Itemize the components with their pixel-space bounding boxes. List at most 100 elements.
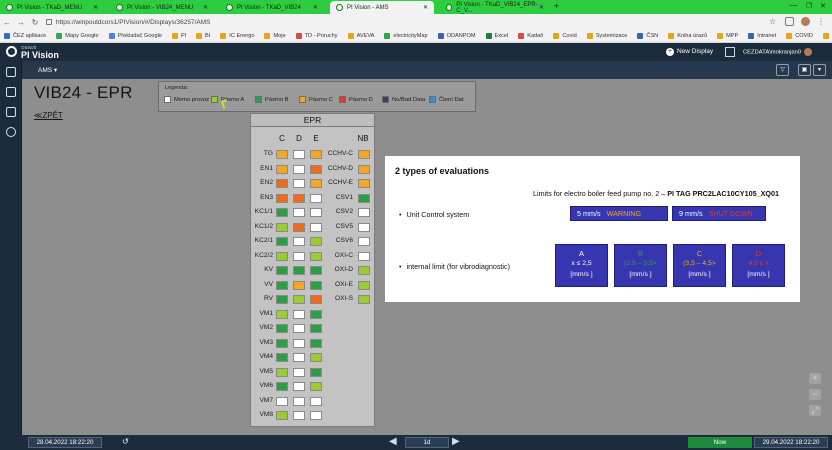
url-field[interactable]: https://winpoutdcors1/PIVision/#/Display…: [46, 19, 211, 26]
browser-tab-4[interactable]: PI Vision - AMS ✕: [330, 1, 434, 14]
status-cell-nb[interactable]: [358, 164, 370, 174]
status-cell-d[interactable]: [293, 164, 305, 174]
close-tab-icon[interactable]: ✕: [93, 4, 98, 11]
symbols-icon[interactable]: [6, 67, 16, 77]
bookmark-item[interactable]: TD - Poruchy: [295, 33, 338, 39]
status-cell-d[interactable]: [293, 309, 305, 319]
status-cell-nb[interactable]: [358, 280, 370, 290]
menu-icon[interactable]: ⋮: [817, 17, 826, 26]
reload-icon[interactable]: ↻: [28, 18, 42, 27]
back-icon[interactable]: ←: [0, 18, 14, 27]
time-back-arrow-icon[interactable]: ◀: [389, 436, 397, 447]
status-cell-e[interactable]: [310, 411, 322, 420]
bookmark-item[interactable]: Pl: [172, 33, 186, 39]
status-cell-e[interactable]: [310, 382, 322, 391]
info-icon[interactable]: [725, 47, 735, 57]
status-cell-nb[interactable]: [358, 179, 370, 188]
bookmark-item[interactable]: Moje: [264, 33, 286, 39]
status-cell-nb[interactable]: [358, 222, 370, 232]
browser-tab-5[interactable]: PI Vision - TKaD_VIB24_EPR-C_V... ✕: [440, 1, 550, 14]
status-cell-d[interactable]: [293, 251, 305, 261]
start-time-field[interactable]: 28.04.2022 18:22:20: [28, 437, 102, 448]
star-icon[interactable]: ☆: [769, 17, 778, 26]
status-cell-d[interactable]: [293, 338, 305, 348]
revert-icon[interactable]: ↺: [122, 437, 129, 446]
app-title[interactable]: PI Vision: [21, 50, 59, 60]
status-cell-c[interactable]: [276, 396, 288, 406]
status-cell-d[interactable]: [293, 222, 305, 232]
bookmark-item[interactable]: electricityMap: [384, 33, 428, 39]
status-cell-c[interactable]: [276, 309, 288, 319]
status-cell-d[interactable]: [293, 237, 305, 246]
events-icon[interactable]: [6, 107, 16, 117]
zoom-in-button[interactable]: +: [809, 373, 821, 384]
status-cell-c[interactable]: [276, 251, 288, 261]
status-cell-c[interactable]: [276, 382, 288, 391]
status-cell-d[interactable]: [293, 208, 305, 217]
bookmark-item[interactable]: IC Energo: [220, 33, 254, 39]
bookmark-item[interactable]: BI: [196, 33, 210, 39]
browser-tab-2[interactable]: PI Vision - VIB24_MENU ✕: [110, 1, 214, 14]
status-cell-d[interactable]: [293, 411, 305, 420]
bookmark-item[interactable]: MPP: [717, 33, 738, 39]
status-cell-d[interactable]: [293, 367, 305, 377]
status-cell-d[interactable]: [293, 280, 305, 290]
end-time-field[interactable]: 29.04.2022 18:22:20: [754, 437, 828, 448]
status-cell-e[interactable]: [310, 309, 322, 319]
bookmark-item[interactable]: Intranet: [748, 33, 776, 39]
status-cell-d[interactable]: [293, 396, 305, 406]
status-cell-c[interactable]: [276, 237, 288, 246]
browser-tab-3[interactable]: PI Vision - TKaD_VIB24 ✕: [220, 1, 324, 14]
status-cell-c[interactable]: [276, 222, 288, 232]
status-cell-d[interactable]: [293, 324, 305, 333]
status-cell-e[interactable]: [310, 324, 322, 333]
browser-tab-1[interactable]: PI Vision - TKaD_MENU ✕: [0, 1, 104, 14]
status-cell-nb[interactable]: [358, 295, 370, 304]
status-cell-nb[interactable]: [358, 237, 370, 246]
status-cell-c[interactable]: [276, 411, 288, 420]
bookmark-item[interactable]: COVID: [786, 33, 813, 39]
status-cell-nb[interactable]: [358, 150, 370, 159]
back-link[interactable]: ≪ZPĚT: [34, 111, 63, 120]
maximize-icon[interactable]: ❐: [806, 2, 812, 10]
duration-field[interactable]: 1d: [405, 437, 449, 448]
fit-view-button[interactable]: ⤢: [809, 405, 821, 416]
user-menu[interactable]: CEZDATA\mokranjan0: [743, 48, 813, 56]
status-cell-nb[interactable]: [358, 266, 370, 275]
minimize-icon[interactable]: —: [790, 2, 797, 9]
status-cell-c[interactable]: [276, 266, 288, 275]
bookmark-item[interactable]: ČEZ aplikace: [4, 33, 46, 39]
bookmark-item[interactable]: Excel: [485, 33, 508, 39]
status-cell-c[interactable]: [276, 208, 288, 217]
zoom-out-button[interactable]: −: [809, 389, 821, 400]
status-cell-d[interactable]: [293, 179, 305, 188]
status-cell-c[interactable]: [276, 179, 288, 188]
close-tab-icon[interactable]: ✕: [423, 4, 428, 11]
now-button[interactable]: Now: [688, 437, 752, 448]
status-cell-nb[interactable]: [358, 208, 370, 217]
status-cell-d[interactable]: [293, 353, 305, 362]
status-cell-c[interactable]: [276, 353, 288, 362]
status-cell-d[interactable]: [293, 266, 305, 275]
bookmark-item[interactable]: Judo: [822, 33, 832, 39]
save-icon[interactable]: ▣: [798, 64, 811, 76]
status-cell-e[interactable]: [310, 338, 322, 348]
bookmark-item[interactable]: AVEVA: [347, 33, 374, 39]
new-tab-button[interactable]: +: [554, 1, 559, 11]
bookmark-item[interactable]: Mapy Google: [56, 33, 99, 39]
display-breadcrumb[interactable]: AMS ▾: [38, 66, 57, 74]
bookmark-item[interactable]: Systemizace: [586, 33, 627, 39]
close-tab-icon[interactable]: ✕: [539, 4, 544, 11]
bookmark-item[interactable]: Překladač Google: [108, 33, 162, 39]
status-cell-c[interactable]: [276, 295, 288, 304]
new-display-button[interactable]: + New Display: [666, 48, 713, 56]
status-cell-c[interactable]: [276, 164, 288, 174]
status-cell-c[interactable]: [276, 324, 288, 333]
close-window-icon[interactable]: ✕: [820, 2, 826, 10]
status-cell-d[interactable]: [293, 382, 305, 391]
status-cell-c[interactable]: [276, 367, 288, 377]
bookmark-item[interactable]: ODANPOM: [437, 33, 476, 39]
close-tab-icon[interactable]: ✕: [203, 4, 208, 11]
status-cell-e[interactable]: [310, 353, 322, 362]
options-chevron-icon[interactable]: ▾: [813, 64, 826, 76]
